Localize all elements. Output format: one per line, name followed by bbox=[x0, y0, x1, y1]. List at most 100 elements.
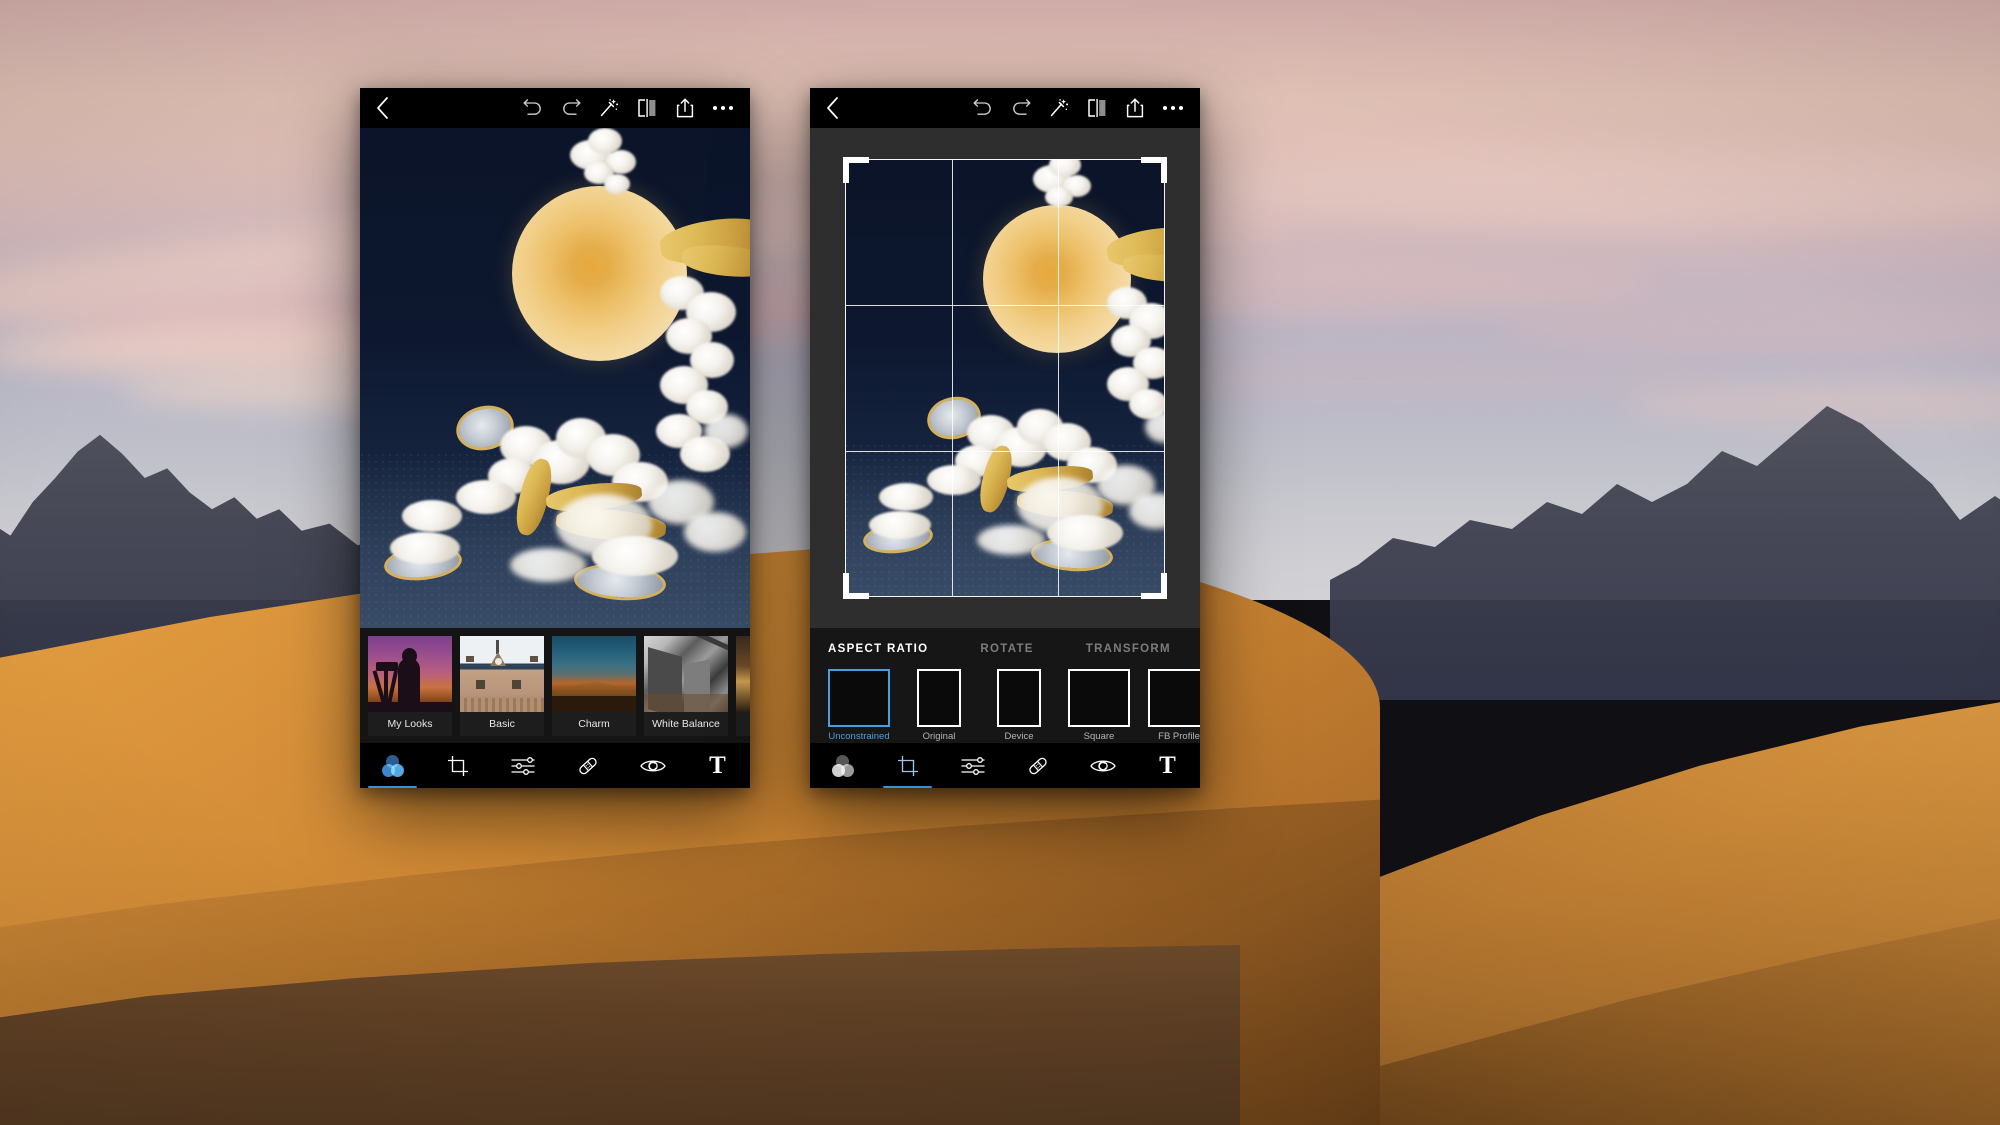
ratio-option-original[interactable]: Original bbox=[908, 669, 970, 742]
froth-blob bbox=[592, 536, 678, 576]
froth-blob bbox=[510, 548, 586, 582]
tab-red-eye[interactable] bbox=[1070, 743, 1135, 788]
edited-photo bbox=[845, 159, 1165, 597]
tab-adjust[interactable] bbox=[940, 743, 1005, 788]
froth-blob bbox=[879, 483, 933, 511]
compare-split-button[interactable] bbox=[628, 88, 666, 128]
bottom-tabbar-right: T bbox=[810, 743, 1200, 788]
tab-red-eye[interactable] bbox=[620, 743, 685, 788]
look-item-basic[interactable]: Basic bbox=[460, 636, 544, 736]
more-options-button[interactable] bbox=[1154, 88, 1192, 128]
froth-blob bbox=[704, 414, 748, 448]
ratio-preview-box bbox=[917, 669, 961, 727]
redo-button[interactable] bbox=[1002, 88, 1040, 128]
eye-icon bbox=[639, 757, 666, 775]
phone-device-looks: My Looks Basic Charm White Balance T bbox=[360, 88, 750, 788]
golden-disc-large bbox=[512, 186, 687, 361]
tab-adjust[interactable] bbox=[490, 743, 555, 788]
look-item-partial[interactable] bbox=[736, 636, 750, 736]
top-toolbar-left bbox=[360, 88, 750, 128]
tab-text[interactable]: T bbox=[1135, 743, 1200, 788]
ratio-label: Unconstrained bbox=[828, 731, 890, 742]
tab-looks[interactable] bbox=[360, 743, 425, 788]
bandage-icon bbox=[1026, 754, 1050, 778]
share-button[interactable] bbox=[666, 88, 704, 128]
froth-blob bbox=[977, 525, 1045, 555]
look-label: Charm bbox=[578, 718, 610, 730]
crop-tab-aspect-ratio[interactable]: ASPECT RATIO bbox=[828, 643, 928, 655]
look-thumbnail bbox=[736, 636, 750, 712]
look-label: My Looks bbox=[387, 718, 433, 730]
back-button[interactable] bbox=[360, 88, 404, 128]
tab-heal[interactable] bbox=[555, 743, 620, 788]
share-button[interactable] bbox=[1116, 88, 1154, 128]
partial-thumb bbox=[736, 636, 750, 712]
froth-blob bbox=[1047, 515, 1123, 551]
ratio-option-unconstrained[interactable]: Unconstrained bbox=[828, 669, 890, 742]
edited-photo bbox=[360, 128, 750, 628]
ratio-preview-box bbox=[997, 669, 1041, 727]
redo-button[interactable] bbox=[552, 88, 590, 128]
look-thumbnail bbox=[552, 636, 636, 712]
look-label bbox=[736, 712, 750, 736]
mountain-sunset-thumb bbox=[552, 636, 636, 712]
ratio-option-fb-profile[interactable]: FB Profile bbox=[1148, 669, 1200, 742]
look-item-white-balance[interactable]: White Balance bbox=[644, 636, 728, 736]
undo-button[interactable] bbox=[514, 88, 552, 128]
top-toolbar-right bbox=[810, 88, 1200, 128]
tab-heal[interactable] bbox=[1005, 743, 1070, 788]
bandage-icon bbox=[576, 754, 600, 778]
froth-blob bbox=[390, 532, 460, 564]
ellipsis-icon bbox=[712, 105, 734, 111]
tab-active-underline bbox=[367, 785, 418, 788]
froth-blob bbox=[927, 465, 981, 495]
magic-wand-button[interactable] bbox=[1040, 88, 1078, 128]
back-button[interactable] bbox=[810, 88, 854, 128]
golden-tendril bbox=[680, 241, 750, 281]
look-thumbnail bbox=[460, 636, 544, 712]
compare-split-button[interactable] bbox=[1078, 88, 1116, 128]
tab-looks[interactable] bbox=[810, 743, 875, 788]
crop-area[interactable] bbox=[843, 157, 1167, 599]
tab-crop[interactable] bbox=[875, 743, 940, 788]
looks-circles-icon bbox=[831, 754, 854, 777]
look-item-my-looks[interactable]: My Looks bbox=[368, 636, 452, 736]
ratio-preview-box bbox=[1068, 669, 1130, 727]
froth-blob bbox=[456, 480, 516, 514]
building-facade-thumb bbox=[460, 636, 544, 712]
ratio-preview-box bbox=[828, 669, 890, 727]
more-options-button[interactable] bbox=[704, 88, 742, 128]
crop-icon bbox=[447, 755, 469, 777]
tab-text[interactable]: T bbox=[685, 743, 750, 788]
ellipsis-icon bbox=[1162, 105, 1184, 111]
photographer-silhouette-thumb bbox=[368, 636, 452, 712]
ratio-label: Device bbox=[1004, 731, 1034, 742]
look-item-charm[interactable]: Charm bbox=[552, 636, 636, 736]
photo-canvas-right[interactable] bbox=[810, 128, 1200, 628]
toolbar-actions-right bbox=[964, 88, 1200, 128]
photo-canvas-left[interactable] bbox=[360, 128, 750, 628]
looks-filmstrip[interactable]: My Looks Basic Charm White Balance bbox=[360, 628, 750, 743]
undo-button[interactable] bbox=[964, 88, 1002, 128]
sliders-icon bbox=[510, 756, 535, 776]
ratio-option-device[interactable]: Device bbox=[988, 669, 1050, 742]
tab-active-underline bbox=[882, 785, 933, 788]
look-label: Basic bbox=[489, 718, 515, 730]
froth-blob bbox=[869, 511, 931, 539]
crop-options-panel: ASPECT RATIO ROTATE TRANSFORM Unconstrai… bbox=[810, 628, 1200, 743]
crop-tab-transform[interactable]: TRANSFORM bbox=[1086, 643, 1171, 655]
crop-mode-tabs: ASPECT RATIO ROTATE TRANSFORM bbox=[810, 638, 1200, 660]
text-t-icon: T bbox=[1159, 752, 1176, 779]
aspect-ratio-options: Unconstrained Original Device Square FB … bbox=[810, 660, 1200, 742]
tab-crop[interactable] bbox=[425, 743, 490, 788]
looks-circles-icon bbox=[381, 754, 404, 777]
froth-blob bbox=[1045, 187, 1073, 207]
golden-disc-large bbox=[983, 205, 1131, 353]
froth-blob bbox=[684, 512, 746, 552]
skyscrapers-bw-thumb bbox=[644, 636, 728, 712]
ratio-label: Original bbox=[922, 731, 956, 742]
ratio-option-square[interactable]: Square bbox=[1068, 669, 1130, 742]
bottom-tabbar-left: T bbox=[360, 743, 750, 788]
magic-wand-button[interactable] bbox=[590, 88, 628, 128]
crop-tab-rotate[interactable]: ROTATE bbox=[980, 643, 1033, 655]
